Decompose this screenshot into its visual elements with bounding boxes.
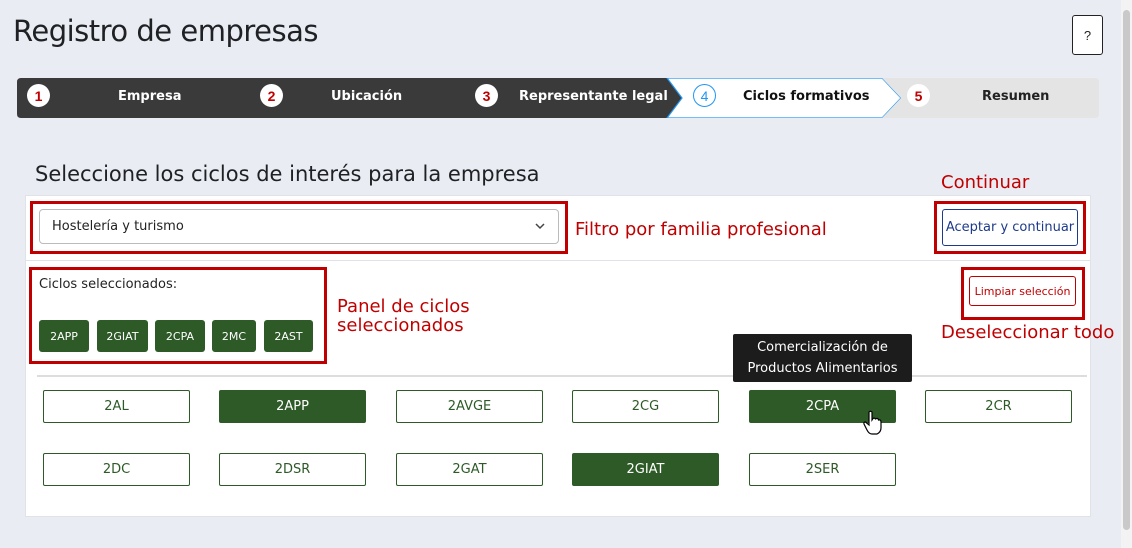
- divider: [25, 260, 1091, 261]
- step-ciclos-formativos[interactable]: 4 Ciclos formativos: [667, 78, 882, 118]
- annotation-filter: Filtro por familia profesional: [575, 219, 827, 240]
- annotation-deselect-box: [961, 267, 1085, 320]
- cycle-button[interactable]: 2CG: [572, 390, 719, 423]
- scrollbar-thumb[interactable]: [1123, 10, 1130, 530]
- divider: [37, 375, 1087, 377]
- annotation-continue: Continuar: [941, 172, 1030, 193]
- cycle-button[interactable]: 2GAT: [396, 453, 543, 486]
- step-number: 1: [27, 84, 50, 107]
- tooltip-line: Comercialización de: [757, 340, 888, 355]
- step-label: Representante legal: [519, 89, 668, 104]
- step-number: 4: [693, 84, 716, 107]
- step-number: 5: [907, 84, 930, 107]
- section-title: Seleccione los ciclos de interés para la…: [35, 162, 540, 186]
- annotation-panel-line1: Panel de ciclos: [337, 296, 470, 317]
- annotation-continue-box: [934, 201, 1086, 254]
- annotation-filter-box: [30, 201, 568, 254]
- step-label: Ciclos formativos: [743, 89, 870, 104]
- step-resumen[interactable]: 5 Resumen: [882, 78, 1099, 118]
- cycle-button[interactable]: 2SER: [749, 453, 896, 486]
- tooltip-line: Productos Alimentarios: [747, 361, 898, 376]
- hand-cursor-icon: [863, 410, 883, 441]
- step-label: Ubicación: [331, 89, 403, 104]
- cycle-button[interactable]: 2GIAT: [572, 453, 719, 486]
- page-title: Registro de empresas: [13, 14, 318, 48]
- step-number: 2: [260, 84, 283, 107]
- annotation-deselect: Deseleccionar todo: [941, 322, 1115, 343]
- cycle-button[interactable]: 2DC: [43, 453, 190, 486]
- step-representante-legal[interactable]: 3 Representante legal: [452, 78, 668, 118]
- cycle-button[interactable]: 2AVGE: [396, 390, 543, 423]
- cycle-tooltip: Comercialización de Productos Alimentari…: [733, 334, 912, 382]
- step-empresa[interactable]: 1 Empresa: [17, 78, 237, 118]
- cycle-button[interactable]: 2CR: [925, 390, 1072, 423]
- cycle-button[interactable]: 2APP: [219, 390, 366, 423]
- step-ubicacion[interactable]: 2 Ubicación: [237, 78, 452, 118]
- annotation-panel-line2: seleccionados: [337, 315, 464, 336]
- cycle-button[interactable]: 2AL: [43, 390, 190, 423]
- help-button[interactable]: ?: [1072, 15, 1103, 55]
- annotation-panel-box: [29, 267, 327, 364]
- cycle-button[interactable]: 2DSR: [219, 453, 366, 486]
- step-label: Resumen: [982, 89, 1050, 104]
- stepper: 1 Empresa 2 Ubicación 3 Representante le…: [17, 78, 1099, 118]
- step-label: Empresa: [118, 89, 182, 104]
- step-number: 3: [475, 84, 498, 107]
